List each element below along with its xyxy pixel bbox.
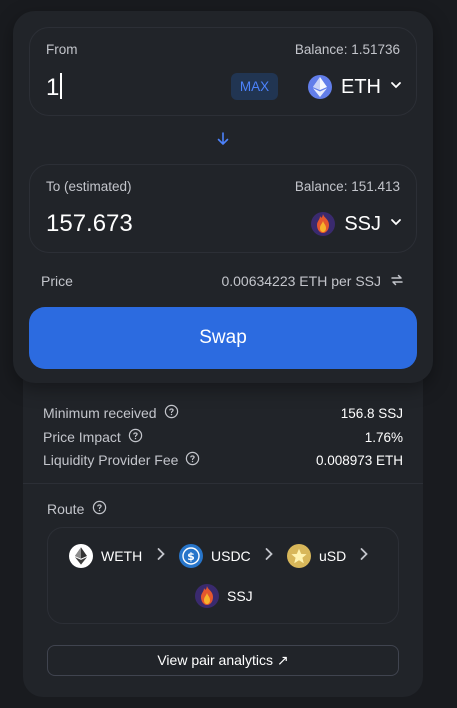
route-token-symbol: WETH: [101, 548, 143, 564]
from-balance: Balance: 1.51736: [294, 42, 400, 57]
to-amount-input[interactable]: 157.673: [46, 210, 133, 238]
chevron-down-icon: [390, 215, 402, 233]
price-value: 0.00634223 ETH per SSJ: [221, 273, 381, 289]
view-pair-analytics-button[interactable]: View pair analytics ↗: [47, 645, 399, 676]
price-impact-label: Price Impact: [43, 429, 121, 445]
route-header: Route: [47, 500, 107, 518]
help-icon[interactable]: [128, 428, 143, 446]
minimum-received-value: 156.8 SSJ: [340, 405, 403, 421]
to-token-symbol: SSJ: [344, 212, 381, 235]
from-token-symbol: ETH: [341, 75, 381, 98]
usd-star-icon: [287, 544, 311, 568]
price-impact-row: Price Impact 1.76%: [43, 428, 403, 446]
help-icon[interactable]: [185, 451, 200, 469]
swap-button[interactable]: Swap: [29, 307, 417, 369]
help-icon[interactable]: [92, 500, 107, 518]
ssj-flame-icon: [311, 212, 336, 236]
invert-price-icon[interactable]: [389, 272, 405, 291]
switch-direction-arrow-icon[interactable]: [213, 129, 233, 149]
lp-fee-value: 0.008973 ETH: [315, 452, 403, 468]
lp-fee-label: Liquidity Provider Fee: [43, 452, 179, 468]
price-impact-value: 1.76%: [364, 429, 403, 445]
route-token-symbol: uSD: [319, 548, 347, 564]
to-balance: Balance: 151.413: [294, 179, 400, 194]
to-label: To (estimated): [46, 179, 132, 194]
svg-text:$: $: [187, 550, 195, 563]
minimum-received-row: Minimum received 156.8 SSJ: [43, 404, 403, 422]
chevron-right-icon: [264, 547, 274, 566]
swap-card: From Balance: 1.51736 1 MAX ETH To (esti…: [13, 11, 433, 383]
from-amount-input[interactable]: 1: [46, 73, 62, 102]
swap-details-panel: [23, 340, 423, 697]
route-token-usdc: $ USDC: [179, 544, 251, 568]
route-token-symbol: USDC: [211, 548, 251, 564]
text-cursor: [60, 73, 62, 99]
route-token-ssj: SSJ: [195, 584, 253, 608]
from-input-panel: From Balance: 1.51736 1 MAX ETH: [29, 27, 417, 116]
price-label: Price: [41, 273, 73, 289]
divider: [23, 483, 423, 484]
weth-icon: [69, 544, 93, 568]
route-label: Route: [47, 501, 85, 517]
route-box: WETH $ USDC uSD SSJ: [47, 527, 399, 624]
route-token-weth: WETH: [69, 544, 142, 568]
ssj-flame-icon: [195, 584, 219, 608]
minimum-received-label: Minimum received: [43, 405, 157, 421]
route-token-symbol: SSJ: [227, 588, 253, 604]
chevron-right-icon: [359, 547, 369, 566]
route-token-usd: uSD: [287, 544, 346, 568]
to-token-selector[interactable]: SSJ: [311, 210, 402, 238]
lp-fee-row: Liquidity Provider Fee 0.008973 ETH: [43, 451, 403, 469]
max-button[interactable]: MAX: [231, 73, 278, 100]
to-input-panel: To (estimated) Balance: 151.413 157.673 …: [29, 164, 417, 253]
chevron-right-icon: [156, 547, 166, 566]
from-token-selector[interactable]: ETH: [308, 73, 402, 101]
from-label: From: [46, 42, 78, 57]
help-icon[interactable]: [164, 404, 179, 422]
chevron-down-icon: [390, 78, 402, 96]
ethereum-icon: [308, 75, 332, 99]
usdc-icon: $: [179, 544, 203, 568]
